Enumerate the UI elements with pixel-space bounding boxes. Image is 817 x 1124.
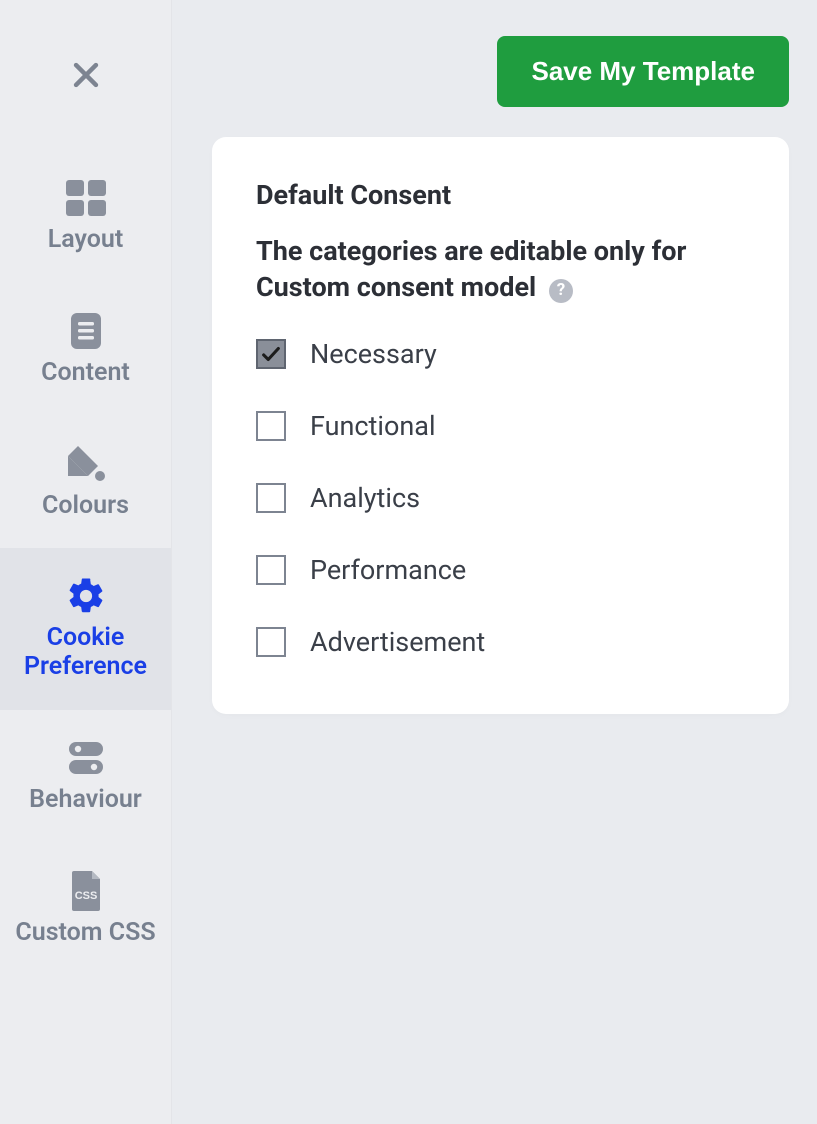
close-button[interactable] bbox=[0, 0, 171, 150]
content-icon bbox=[68, 311, 104, 351]
category-label: Analytics bbox=[310, 482, 420, 514]
save-template-button[interactable]: Save My Template bbox=[497, 36, 789, 107]
sidebar-item-layout[interactable]: Layout bbox=[0, 150, 171, 283]
sidebar-item-label: Custom CSS bbox=[15, 919, 155, 948]
sidebar-item-behaviour[interactable]: Behaviour bbox=[0, 710, 171, 843]
category-row-advertisement: Advertisement bbox=[256, 626, 745, 658]
checkbox-advertisement[interactable] bbox=[256, 627, 286, 657]
sidebar-item-colours[interactable]: Colours bbox=[0, 416, 171, 549]
svg-text:CSS: CSS bbox=[74, 890, 97, 902]
sidebar: Layout Content Colours bbox=[0, 0, 172, 1124]
category-row-necessary: Necessary bbox=[256, 338, 745, 370]
checkbox-analytics[interactable] bbox=[256, 483, 286, 513]
default-consent-card: Default Consent The categories are edita… bbox=[212, 137, 789, 714]
help-icon[interactable]: ? bbox=[549, 279, 573, 303]
checkbox-functional[interactable] bbox=[256, 411, 286, 441]
category-label: Functional bbox=[310, 410, 436, 442]
sidebar-item-label: Colours bbox=[42, 492, 129, 521]
sidebar-item-label: Behaviour bbox=[29, 786, 142, 815]
css-file-icon: CSS bbox=[68, 869, 104, 913]
close-icon bbox=[69, 58, 103, 92]
sidebar-item-label: Layout bbox=[48, 226, 124, 255]
category-label: Necessary bbox=[310, 338, 437, 370]
category-row-performance: Performance bbox=[256, 554, 745, 586]
checkbox-performance[interactable] bbox=[256, 555, 286, 585]
check-icon bbox=[260, 343, 282, 365]
sidebar-item-label: Content bbox=[41, 359, 130, 388]
app-root: Layout Content Colours bbox=[0, 0, 817, 1124]
category-label: Performance bbox=[310, 554, 466, 586]
layout-icon bbox=[64, 178, 108, 218]
sidebar-item-label: Cookie Preference bbox=[8, 624, 163, 682]
top-bar: Save My Template bbox=[212, 36, 789, 107]
sidebar-item-cookie-preference[interactable]: Cookie Preference bbox=[0, 548, 171, 710]
category-label: Advertisement bbox=[310, 626, 485, 658]
sidebar-item-custom-css[interactable]: CSS Custom CSS bbox=[0, 843, 171, 976]
main-panel: Save My Template Default Consent The cat… bbox=[172, 0, 817, 1124]
colours-icon bbox=[64, 442, 108, 486]
behaviour-icon bbox=[65, 738, 107, 778]
category-row-analytics: Analytics bbox=[256, 482, 745, 514]
checkbox-necessary[interactable] bbox=[256, 339, 286, 369]
category-row-functional: Functional bbox=[256, 410, 745, 442]
card-subtitle: The categories are editable only for Cus… bbox=[256, 233, 745, 306]
sidebar-item-content[interactable]: Content bbox=[0, 283, 171, 416]
subtitle-text: The categories are editable only for Cus… bbox=[256, 235, 686, 303]
gear-icon bbox=[65, 575, 107, 617]
card-title: Default Consent bbox=[256, 179, 745, 211]
